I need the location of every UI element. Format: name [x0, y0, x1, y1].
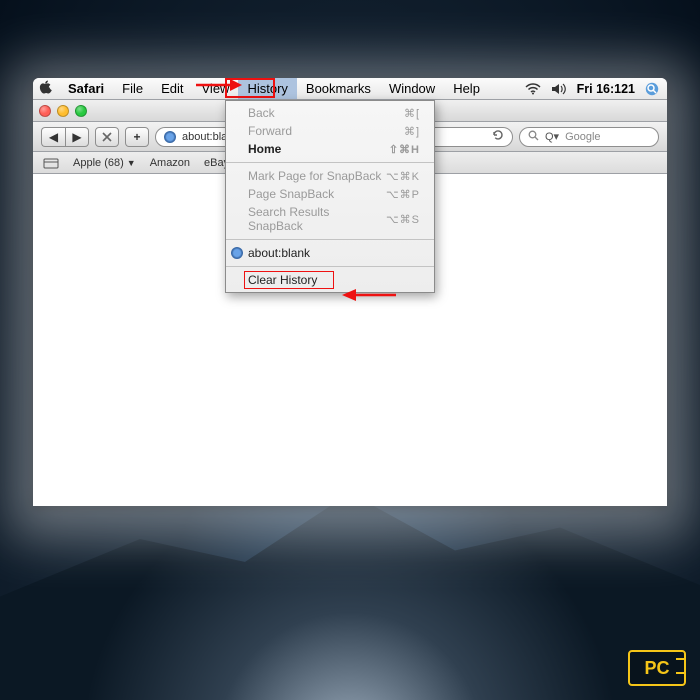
menu-app-name[interactable]: Safari	[59, 78, 113, 99]
close-window-button[interactable]	[39, 105, 51, 117]
history-back-label: Back	[248, 106, 275, 120]
annotation-arrow-history	[194, 75, 244, 95]
page-favicon-icon	[231, 247, 243, 259]
menu-bookmarks[interactable]: Bookmarks	[297, 78, 380, 99]
menubar: Safari File Edit View History Bookmarks …	[33, 78, 667, 100]
history-home-shortcut: ⇧⌘H	[389, 143, 420, 156]
history-clear-label: Clear History	[248, 273, 317, 287]
menu-separator	[226, 162, 434, 163]
menu-window[interactable]: Window	[380, 78, 444, 99]
watermark-logo: PC	[628, 650, 686, 686]
minimize-window-button[interactable]	[57, 105, 69, 117]
history-forward-label: Forward	[248, 124, 292, 138]
history-search-snapback-label: Search Results SnapBack	[248, 205, 386, 233]
nav-back-forward: ◀ ▶	[41, 127, 89, 147]
history-back-shortcut: ⌘[	[404, 107, 420, 120]
forward-button[interactable]: ▶	[65, 127, 89, 147]
back-button[interactable]: ◀	[41, 127, 65, 147]
history-back: Back ⌘[	[226, 104, 434, 122]
search-field[interactable]: Q▾ Google	[519, 127, 659, 147]
reload-icon[interactable]	[492, 129, 504, 144]
site-favicon-icon	[164, 131, 176, 143]
stop-button[interactable]	[95, 127, 119, 147]
history-forward: Forward ⌘]	[226, 122, 434, 140]
bookmark-apple[interactable]: Apple (68) ▼	[73, 157, 136, 169]
spotlight-icon[interactable]	[645, 82, 659, 96]
history-mark-snapback-label: Mark Page for SnapBack	[248, 169, 381, 183]
menu-help[interactable]: Help	[444, 78, 489, 99]
menu-file[interactable]: File	[113, 78, 152, 99]
history-forward-shortcut: ⌘]	[404, 125, 420, 138]
wifi-icon[interactable]	[525, 83, 541, 95]
history-recent-label: about:blank	[248, 246, 310, 260]
menu-separator	[226, 266, 434, 267]
history-mark-snapback-shortcut: ⌥⌘K	[386, 170, 420, 183]
history-search-snapback: Search Results SnapBack ⌥⌘S	[226, 203, 434, 235]
menubar-clock[interactable]: Fri 16:121	[577, 82, 635, 96]
history-page-snapback-shortcut: ⌥⌘P	[386, 188, 420, 201]
history-dropdown: Back ⌘[ Forward ⌘] Home ⇧⌘H Mark Page fo…	[225, 100, 435, 293]
search-placeholder: Google	[565, 131, 600, 143]
zoom-window-button[interactable]	[75, 105, 87, 117]
annotation-arrow-clear	[338, 285, 398, 305]
bookmarks-menu-icon[interactable]	[43, 157, 59, 169]
volume-icon[interactable]	[551, 83, 567, 95]
menu-edit[interactable]: Edit	[152, 78, 192, 99]
history-home[interactable]: Home ⇧⌘H	[226, 140, 434, 158]
history-mark-snapback: Mark Page for SnapBack ⌥⌘K	[226, 167, 434, 185]
history-clear[interactable]: Clear History	[226, 271, 434, 289]
history-recent-item[interactable]: about:blank	[226, 244, 434, 262]
history-page-snapback: Page SnapBack ⌥⌘P	[226, 185, 434, 203]
history-search-snapback-shortcut: ⌥⌘S	[386, 213, 420, 226]
apple-menu-icon[interactable]	[39, 80, 53, 97]
menu-separator	[226, 239, 434, 240]
bookmark-amazon[interactable]: Amazon	[150, 157, 190, 169]
history-page-snapback-label: Page SnapBack	[248, 187, 334, 201]
history-home-label: Home	[248, 142, 281, 156]
add-bookmark-button[interactable]: +	[125, 127, 149, 147]
menu-history[interactable]: History	[238, 78, 296, 99]
search-magnifier-icon	[528, 130, 539, 144]
